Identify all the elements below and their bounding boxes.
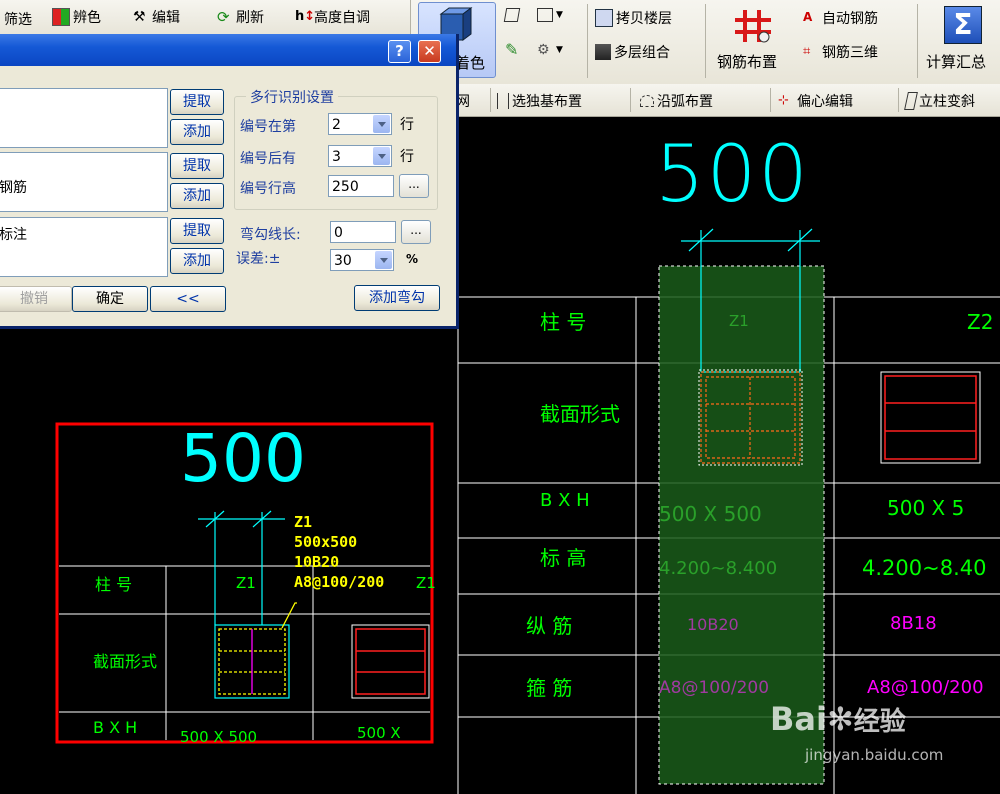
num-after-value: 3	[332, 149, 341, 165]
left-bxh-value: 500 X 500	[180, 728, 258, 746]
undo-button[interactable]: 撤销	[0, 286, 72, 312]
leader-line	[281, 602, 297, 629]
stirrup-header: 箍 筋	[526, 676, 573, 700]
leader-line-1: Z1	[294, 513, 313, 531]
ok-button[interactable]: 确定	[72, 286, 148, 312]
list-box-2-text: 钢筋	[0, 180, 27, 196]
left-bxh-header: B X H	[93, 718, 138, 737]
section-header: 截面形式	[540, 402, 620, 426]
leader-line-2: 500x500	[294, 533, 358, 551]
stirrup-value-z2: A8@100/200	[867, 677, 984, 698]
num-after-select[interactable]: 3	[328, 145, 392, 167]
elev-value-z1: 4.200~8.400	[659, 558, 778, 579]
dropdown-arrow-icon[interactable]	[375, 251, 392, 269]
line-unit-2: 行	[400, 149, 414, 165]
group-title: 多行识别设置	[246, 87, 338, 107]
tolerance-value: 30	[334, 253, 352, 269]
list-box-3-text: 标注	[0, 227, 27, 243]
dimension-label: 500	[655, 130, 810, 220]
hook-length-label: 弯勾线长:	[240, 227, 301, 243]
back-button[interactable]: <<	[150, 286, 226, 312]
list-box-3[interactable]: 标注	[0, 217, 168, 277]
num-at-line-select[interactable]: 2	[328, 113, 392, 135]
z2-section-outline	[880, 371, 981, 464]
z1b-section-stirrup	[355, 628, 426, 695]
long-rebar-value-z1: 10B20	[687, 615, 739, 634]
add-hook-button[interactable]: 添加弯勾	[354, 285, 440, 311]
leader-line-3: 10B20	[294, 553, 340, 571]
long-rebar-header: 纵 筋	[526, 614, 573, 638]
extract-button-3[interactable]: 提取	[170, 218, 224, 244]
left-bxh-value2: 500 X	[357, 724, 401, 742]
add-button-1[interactable]: 添加	[170, 119, 224, 145]
bxh-header: B X H	[540, 490, 590, 511]
close-button[interactable]: ✕	[418, 40, 441, 63]
percent-label: %	[406, 252, 419, 266]
list-box-1[interactable]	[0, 88, 168, 148]
watermark-brand: Bai✻经验	[770, 700, 906, 738]
dropdown-arrow-icon[interactable]	[373, 147, 390, 165]
line-unit-1: 行	[400, 117, 414, 133]
elev-header: 标 高	[540, 546, 587, 570]
elev-value-z2: 4.200~8.40	[862, 556, 987, 580]
z2-section-stirrup	[884, 375, 977, 460]
paw-icon: ✻	[826, 700, 854, 738]
row-height-browse-button[interactable]: ...	[399, 174, 429, 198]
num-row-height-input[interactable]: 250	[328, 175, 394, 197]
extract-button-1[interactable]: 提取	[170, 89, 224, 115]
num-row-height-label: 编号行高	[240, 181, 296, 197]
stirrup-value-z1: A8@100/200	[659, 678, 770, 698]
add-button-3[interactable]: 添加	[170, 248, 224, 274]
tolerance-select[interactable]: 30	[330, 249, 394, 271]
add-button-2[interactable]: 添加	[170, 183, 224, 209]
left-z1b-label: Z1	[416, 574, 436, 592]
watermark-brand-text2: 经验	[853, 707, 906, 737]
leader-line-4: A8@100/200	[294, 573, 385, 591]
left-col-no-header: 柱 号	[95, 575, 133, 594]
col-no-header: 柱 号	[540, 310, 587, 334]
recognition-dialog: ? ✕ 提取 添加 钢筋 提取 添加 标注 提取 添加 撤销 确定 << 多行识…	[0, 34, 459, 329]
z1-label: Z1	[729, 312, 749, 330]
bxh-value-z2: 500 X 5	[887, 496, 965, 520]
list-box-2[interactable]: 钢筋	[0, 152, 168, 212]
long-rebar-value-z2: 8B18	[890, 613, 937, 634]
extract-button-2[interactable]: 提取	[170, 153, 224, 179]
watermark-brand-text: Bai	[770, 700, 827, 738]
watermark-url: jingyan.baidu.com	[805, 746, 944, 764]
left-dimension-label: 500	[180, 420, 306, 497]
num-at-line-value: 2	[332, 117, 341, 133]
z1b-section-outline	[351, 624, 430, 699]
left-section-header: 截面形式	[93, 652, 158, 671]
dropdown-arrow-icon[interactable]	[373, 115, 390, 133]
left-z1-label: Z1	[236, 574, 256, 592]
num-at-line-label: 编号在第	[240, 119, 296, 135]
bxh-value-z1: 500 X 500	[659, 502, 762, 526]
tolerance-label: 误差:±	[236, 251, 281, 267]
hook-length-browse-button[interactable]: ...	[401, 220, 431, 244]
num-after-label: 编号后有	[240, 151, 296, 167]
hook-length-input[interactable]: 0	[330, 221, 396, 243]
leader-annotation: Z1 500x500 10B20 A8@100/200	[294, 512, 384, 592]
help-button[interactable]: ?	[388, 40, 411, 63]
z2-label: Z2	[967, 310, 994, 334]
